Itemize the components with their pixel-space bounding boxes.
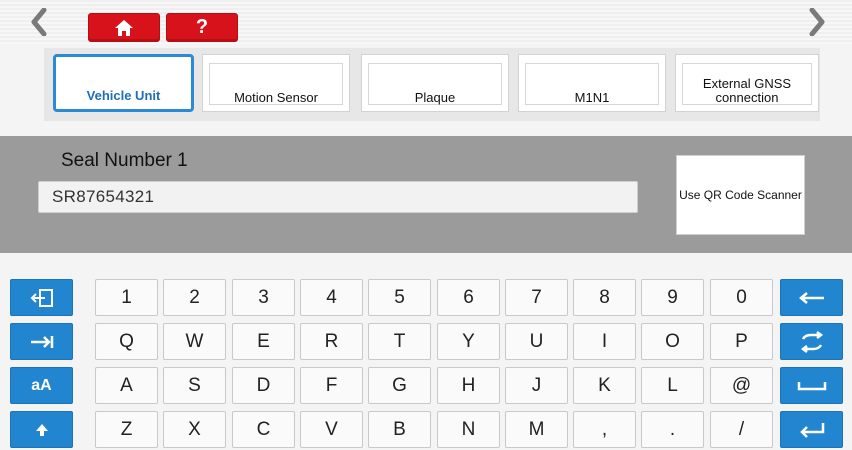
home-button[interactable] — [88, 13, 160, 42]
keyboard-key[interactable]: V — [300, 411, 363, 448]
space-key[interactable] — [780, 367, 843, 404]
keyboard-key[interactable]: F — [300, 367, 363, 404]
tab-plaque[interactable]: Plaque — [361, 54, 509, 112]
swap-arrows-icon — [800, 330, 823, 353]
keyboard-key[interactable]: D — [232, 367, 295, 404]
next-arrow-icon[interactable] — [804, 8, 830, 36]
tab-label: Plaque — [414, 90, 456, 105]
keyboard-key[interactable]: T — [368, 323, 431, 360]
backspace-arrow-icon — [798, 291, 824, 304]
keyboard-key[interactable]: O — [641, 323, 704, 360]
keyboard-key[interactable]: 6 — [437, 279, 500, 316]
tab-vehicle-unit[interactable]: Vehicle Unit — [53, 54, 194, 112]
keyboard-key[interactable]: 5 — [368, 279, 431, 316]
top-bar: ? — [0, 0, 852, 44]
keyboard-key[interactable]: S — [163, 367, 226, 404]
keyboard-key[interactable]: U — [505, 323, 568, 360]
keyboard-key[interactable]: X — [163, 411, 226, 448]
keyboard-key[interactable]: 4 — [300, 279, 363, 316]
shift-arrow-icon — [35, 423, 48, 436]
keyboard-key[interactable]: L — [641, 367, 704, 404]
keyboard-key[interactable]: H — [437, 367, 500, 404]
keyboard-key[interactable]: P — [710, 323, 773, 360]
keyboard-key[interactable]: 9 — [641, 279, 704, 316]
keyboard-key[interactable]: / — [710, 411, 773, 448]
keyboard-key[interactable]: 7 — [505, 279, 568, 316]
help-button[interactable]: ? — [166, 13, 238, 42]
keyboard-key[interactable]: Q — [95, 323, 158, 360]
enter-arrow-icon — [799, 422, 824, 438]
on-screen-keyboard: aA 1 2 3 4 5 6 7 8 9 0 Q W E R T Y U I O P A S D F G H J K L @ Z X C V B N M… — [0, 268, 852, 450]
keyboard-key[interactable]: G — [368, 367, 431, 404]
keyboard-key[interactable]: Y — [437, 323, 500, 360]
keyboard-key[interactable]: 3 — [232, 279, 295, 316]
keyboard-key[interactable]: B — [368, 411, 431, 448]
keyboard-key[interactable]: E — [232, 323, 295, 360]
home-icon — [115, 19, 133, 36]
keyboard-key[interactable]: @ — [710, 367, 773, 404]
keyboard-key[interactable]: 8 — [573, 279, 636, 316]
tab-motion-sensor[interactable]: Motion Sensor — [202, 54, 350, 112]
swap-key[interactable] — [780, 323, 843, 360]
keyboard-key[interactable]: C — [232, 411, 295, 448]
keyboard-key[interactable]: M — [505, 411, 568, 448]
tab-label: External GNSS connection — [702, 76, 792, 105]
tab-bar: Vehicle Unit Motion Sensor Plaque M1N1 E… — [44, 48, 820, 121]
keyboard-key[interactable]: A — [95, 367, 158, 404]
qr-scanner-button[interactable]: Use QR Code Scanner — [676, 155, 805, 235]
keyboard-key[interactable]: 0 — [710, 279, 773, 316]
space-bar-icon — [797, 381, 826, 390]
keyboard-key[interactable]: W — [163, 323, 226, 360]
case-toggle-key[interactable]: aA — [10, 367, 73, 404]
keyboard-key[interactable]: K — [573, 367, 636, 404]
tab-label: Vehicle Unit — [86, 88, 161, 103]
keyboard-key[interactable]: 2 — [163, 279, 226, 316]
backspace-key[interactable] — [780, 279, 843, 316]
tab-external-gnss[interactable]: External GNSS connection — [675, 54, 819, 112]
exit-icon — [30, 288, 53, 307]
help-button-label: ? — [195, 16, 209, 38]
shift-key[interactable] — [10, 411, 73, 448]
tab-key[interactable] — [10, 323, 73, 360]
keyboard-key[interactable]: , — [573, 411, 636, 448]
keyboard-key[interactable]: N — [437, 411, 500, 448]
seal-number-panel: Seal Number 1 SR87654321 Use QR Code Sca… — [0, 136, 852, 253]
keyboard-key[interactable]: J — [505, 367, 568, 404]
exit-key[interactable] — [10, 279, 73, 316]
seal-number-input[interactable]: SR87654321 — [38, 181, 638, 213]
keyboard-key[interactable]: 1 — [95, 279, 158, 316]
seal-number-label: Seal Number 1 — [61, 150, 188, 171]
tab-label: M1N1 — [574, 90, 610, 105]
tab-label: Motion Sensor — [234, 90, 318, 105]
app-screen: ? Vehicle Unit Motion Sensor Plaque M1N1… — [0, 0, 852, 450]
keyboard-key[interactable]: . — [641, 411, 704, 448]
keyboard-key[interactable]: Z — [95, 411, 158, 448]
keyboard-key[interactable]: R — [300, 323, 363, 360]
tab-m1n1[interactable]: M1N1 — [518, 54, 666, 112]
keyboard-key[interactable]: I — [573, 323, 636, 360]
previous-arrow-icon[interactable] — [26, 8, 52, 36]
enter-key[interactable] — [780, 411, 843, 448]
tab-arrow-icon — [30, 335, 53, 348]
